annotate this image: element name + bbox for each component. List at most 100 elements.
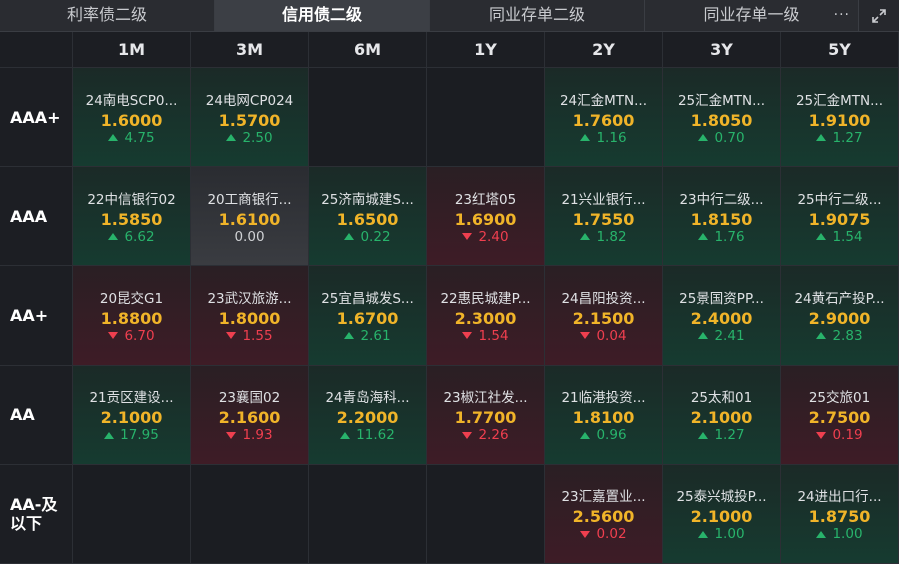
expand-icon[interactable] [859, 0, 899, 31]
bond-cell[interactable]: 23中行二级... 1.8150 1.76 [663, 167, 781, 267]
bond-cell[interactable]: 24进出口行... 1.8750 1.00 [781, 464, 899, 564]
triangle-down-icon [580, 332, 591, 340]
bond-cell[interactable]: 24昌阳投资... 2.1500 0.04 [545, 266, 663, 366]
bond-name: 24汇金MTN... [559, 92, 648, 109]
yield-change-value: 0.96 [596, 427, 627, 444]
bond-cell[interactable]: 23襄国02 2.1600 1.93 [191, 365, 309, 465]
bond-cell[interactable]: 25济南城建S... 1.6500 0.22 [309, 167, 427, 267]
term-header[interactable]: 6M [309, 32, 427, 68]
bond-cell[interactable]: 20工商银行... 1.6100 0.00 [191, 167, 309, 267]
tab-ncd-secondary[interactable]: 同业存单二级 [430, 0, 645, 31]
term-header[interactable]: 3Y [663, 32, 781, 68]
bond-yield: 2.1000 [100, 408, 163, 428]
empty-cell [427, 68, 545, 168]
bond-name: 25太和01 [690, 390, 753, 407]
bond-name: 20昆交G1 [99, 290, 164, 307]
empty-cell [427, 464, 545, 564]
bond-cell[interactable]: 24汇金MTN... 1.7600 1.16 [545, 68, 663, 168]
triangle-up-icon [816, 530, 827, 538]
bond-cell[interactable]: 21临港投资... 1.8100 0.96 [545, 365, 663, 465]
bond-name: 21贡区建设... [89, 390, 174, 407]
bond-yield: 2.1600 [218, 408, 281, 428]
tab-ncd-primary[interactable]: 同业存单一级 ··· [645, 0, 859, 31]
yield-change: 1.54 [462, 328, 509, 344]
yield-change: 2.41 [698, 327, 745, 344]
empty-cell [309, 464, 427, 564]
triangle-down-icon [462, 431, 473, 439]
bond-cell[interactable]: 23椒江社发... 1.7700 2.26 [427, 365, 545, 465]
bond-name: 21临港投资... [561, 390, 646, 407]
yield-change-value: 2.83 [832, 327, 863, 344]
tab-rate-bond-secondary[interactable]: 利率债二级 [0, 0, 215, 31]
yield-change-value: 4.75 [124, 129, 155, 146]
bond-name: 24青岛海科... [325, 390, 410, 407]
yield-change: 11.62 [340, 427, 395, 443]
yield-change: 1.16 [580, 130, 627, 146]
term-header[interactable]: 1Y [427, 32, 545, 68]
bond-name: 25汇金MTN... [795, 92, 884, 109]
term-header[interactable]: 2Y [545, 32, 663, 68]
bond-name: 23襄国02 [218, 390, 281, 407]
term-header[interactable]: 3M [191, 32, 309, 68]
yield-change: 2.26 [462, 427, 509, 443]
bond-cell[interactable]: 20昆交G1 1.8800 6.70 [73, 266, 191, 366]
bond-cell[interactable]: 24电网CP024 1.5700 2.50 [191, 68, 309, 168]
term-header[interactable]: 1M [73, 32, 191, 68]
bond-cell[interactable]: 23武汉旅游... 1.8000 1.55 [191, 266, 309, 366]
bond-cell[interactable]: 21兴业银行... 1.7550 1.82 [545, 167, 663, 267]
bond-yield: 2.9000 [808, 308, 871, 328]
bond-name: 24电网CP024 [205, 92, 294, 109]
bond-cell[interactable]: 24南电SCP0... 1.6000 4.75 [73, 68, 191, 168]
yield-change-value: 0.22 [360, 228, 391, 245]
bond-name: 25汇金MTN... [677, 92, 766, 109]
bond-yield: 1.5850 [100, 209, 163, 229]
bond-cell[interactable]: 25景国资PP... 2.4000 2.41 [663, 266, 781, 366]
bond-cell[interactable]: 25交旅01 2.7500 0.19 [781, 365, 899, 465]
bond-cell[interactable]: 23汇嘉置业... 2.5600 0.02 [545, 464, 663, 564]
bond-cell[interactable]: 24青岛海科... 2.2000 11.62 [309, 365, 427, 465]
bond-yield: 1.6100 [218, 209, 281, 229]
bond-name: 25中行二级... [797, 191, 882, 208]
yield-change: 0.02 [580, 526, 627, 542]
bond-cell[interactable]: 23红塔05 1.6900 2.40 [427, 167, 545, 267]
yield-change-value: 2.41 [714, 327, 745, 344]
empty-cell [73, 464, 191, 564]
bond-name: 24进出口行... [797, 489, 882, 506]
bond-yield: 2.1500 [572, 308, 635, 328]
bond-cell[interactable]: 25汇金MTN... 1.9100 1.27 [781, 68, 899, 168]
tab-ncd-primary-label: 同业存单一级 [703, 5, 800, 24]
bond-name: 23汇嘉置业... [561, 489, 646, 506]
triangle-up-icon [698, 431, 709, 439]
triangle-up-icon [816, 134, 827, 142]
bond-cell[interactable]: 22中信银行02 1.5850 6.62 [73, 167, 191, 267]
triangle-up-icon [580, 134, 591, 142]
bond-yield: 1.8800 [100, 308, 163, 328]
bond-cell[interactable]: 25中行二级... 1.9075 1.54 [781, 167, 899, 267]
yield-change: 0.19 [816, 427, 863, 443]
bond-yield: 2.5600 [572, 507, 635, 527]
yield-matrix: 1M 3M 6M 1Y 2Y 3Y 5Y AAA+ 24南电SCP0... 1.6000 4.75 2… [0, 32, 899, 564]
yield-change: 1.55 [226, 328, 273, 344]
yield-change-value: 1.82 [596, 228, 627, 245]
triangle-up-icon [698, 233, 709, 241]
bond-cell[interactable]: 22惠民城建P... 2.3000 1.54 [427, 266, 545, 366]
bond-name: 25景国资PP... [679, 290, 764, 307]
tab-credit-bond-secondary[interactable]: 信用债二级 [215, 0, 430, 31]
bond-yield: 1.6900 [454, 209, 517, 229]
triangle-down-icon [580, 530, 591, 538]
bond-cell[interactable]: 24黄石产投P... 2.9000 2.83 [781, 266, 899, 366]
triangle-down-icon [462, 332, 473, 340]
bond-cell[interactable]: 25宜昌城发S... 1.6700 2.61 [309, 266, 427, 366]
bond-name: 25济南城建S... [321, 191, 414, 208]
bond-cell[interactable]: 25泰兴城投P... 2.1000 1.00 [663, 464, 781, 564]
yield-change-value: 1.00 [714, 526, 745, 543]
bond-cell[interactable]: 25太和01 2.1000 1.27 [663, 365, 781, 465]
yield-change: 1.27 [816, 130, 863, 146]
bond-cell[interactable]: 25汇金MTN... 1.8050 0.70 [663, 68, 781, 168]
more-icon[interactable]: ··· [834, 0, 850, 30]
bond-name: 24黄石产投P... [794, 290, 885, 307]
term-header[interactable]: 5Y [781, 32, 899, 68]
yield-change-value: 1.00 [832, 526, 863, 543]
yield-change: 0.70 [698, 130, 745, 146]
bond-cell[interactable]: 21贡区建设... 2.1000 17.95 [73, 365, 191, 465]
